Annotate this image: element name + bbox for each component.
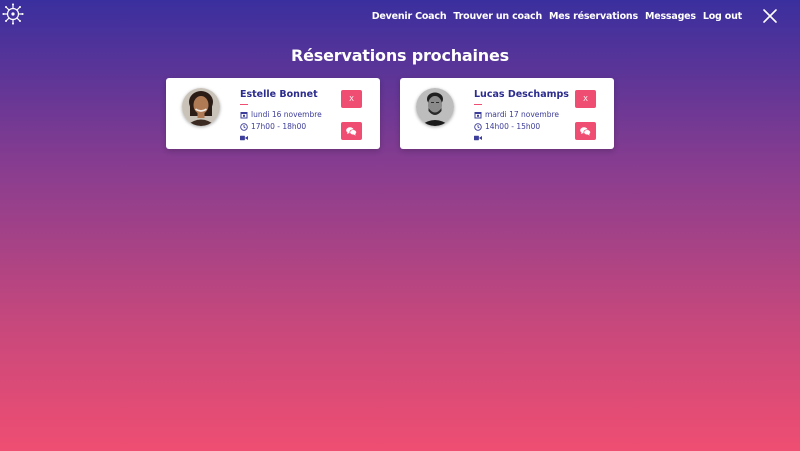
clock-icon — [240, 122, 248, 131]
logo[interactable] — [2, 3, 24, 25]
close-icon — [763, 9, 777, 23]
time-text: 17h00 - 18h00 — [251, 122, 307, 131]
reservation-time: 14h00 - 15h00 — [474, 122, 540, 131]
page-title: Réservations prochaines — [291, 46, 509, 65]
reservation-time: 17h00 - 18h00 — [240, 122, 306, 131]
compass-logo-icon — [2, 3, 24, 25]
reservation-card: Lucas Deschamps mardi 17 novembre 14h00 … — [400, 78, 614, 149]
coach-photo — [416, 88, 454, 126]
nav-mes-reservations[interactable]: Mes réservations — [549, 11, 638, 22]
reservation-card: Estelle Bonnet lundi 16 novembre 17h00 -… — [166, 78, 380, 149]
nav-trouver-un-coach[interactable]: Trouver un coach — [453, 11, 542, 22]
date-text: mardi 17 novembre — [485, 110, 560, 119]
chat-bubbles-icon — [580, 126, 591, 135]
top-nav: Devenir Coach Trouver un coach Mes réser… — [372, 11, 742, 22]
close-button[interactable] — [762, 8, 778, 24]
nav-devenir-coach[interactable]: Devenir Coach — [372, 11, 447, 22]
calendar-icon — [474, 111, 482, 119]
cancel-reservation-button[interactable]: X — [575, 90, 596, 108]
coach-name[interactable]: Lucas Deschamps — [474, 89, 569, 100]
clock-icon — [474, 122, 482, 131]
video-camera-icon — [474, 134, 482, 142]
reservation-date: mardi 17 novembre — [474, 110, 559, 119]
video-camera-icon — [240, 134, 248, 142]
avatar[interactable] — [182, 88, 220, 126]
avatar[interactable] — [416, 88, 454, 126]
nav-log-out[interactable]: Log out — [703, 11, 742, 22]
time-text: 14h00 - 15h00 — [485, 122, 541, 131]
coach-photo — [182, 88, 220, 126]
video-call-link[interactable] — [474, 134, 482, 142]
date-text: lundi 16 novembre — [251, 110, 322, 119]
chat-bubbles-icon — [346, 126, 357, 135]
message-coach-button[interactable] — [575, 122, 596, 140]
nav-messages[interactable]: Messages — [645, 11, 696, 22]
coach-name[interactable]: Estelle Bonnet — [240, 89, 318, 100]
reservation-date: lundi 16 novembre — [240, 110, 322, 119]
name-underline — [240, 104, 248, 105]
message-coach-button[interactable] — [341, 122, 362, 140]
calendar-icon — [240, 111, 248, 119]
name-underline — [474, 104, 482, 105]
video-call-link[interactable] — [240, 134, 248, 142]
cancel-reservation-button[interactable]: X — [341, 90, 362, 108]
